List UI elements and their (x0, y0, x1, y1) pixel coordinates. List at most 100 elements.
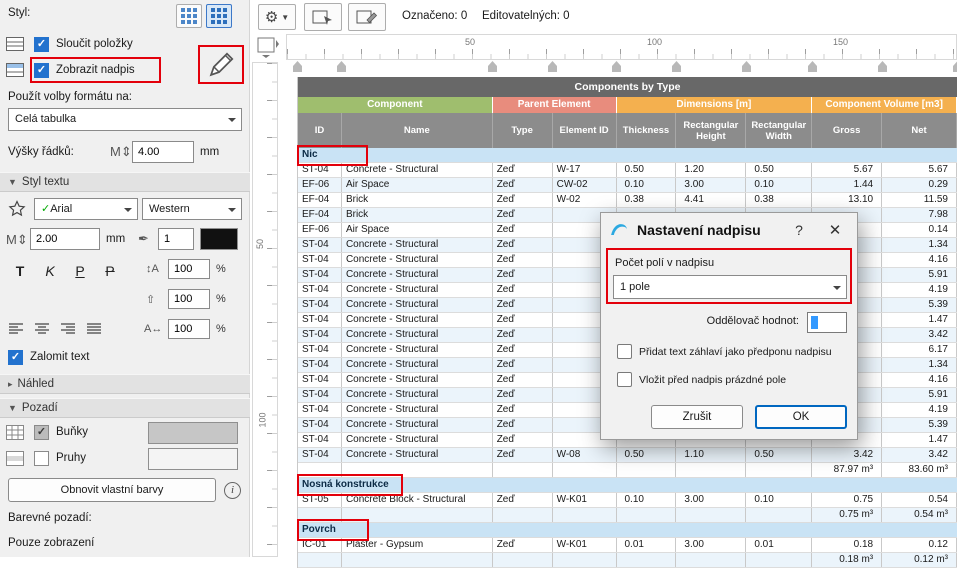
schedule-settings-button[interactable]: ⚙▼ (258, 4, 296, 30)
cell[interactable]: Concrete - Structural (342, 328, 493, 342)
cell[interactable]: ST-04 (298, 418, 342, 432)
format-scope-dropdown[interactable]: Celá tabulka (8, 108, 242, 131)
cell[interactable]: W-K01 (553, 493, 617, 507)
cell[interactable]: Air Space (342, 178, 493, 192)
cell[interactable]: ST-04 (298, 373, 342, 387)
field-count-dropdown[interactable]: 1 pole (613, 275, 847, 299)
cell[interactable]: Zeď (493, 448, 553, 462)
column-header[interactable]: Name (342, 113, 493, 148)
cell[interactable]: 3.00 (676, 493, 746, 507)
cell[interactable]: 4.19 (882, 403, 957, 417)
cell[interactable]: ST-04 (298, 328, 342, 342)
cell[interactable]: Concrete - Structural (342, 163, 493, 177)
column-marker[interactable] (548, 61, 557, 72)
cell[interactable]: Zeď (493, 313, 553, 327)
font-script-dropdown[interactable]: Western (142, 198, 242, 220)
cell[interactable]: Concrete - Structural (342, 343, 493, 357)
table-row[interactable]: ST-04Concrete - StructuralZeďW-17 0.501.2… (298, 163, 957, 178)
cell[interactable]: 3.00 (676, 538, 746, 552)
table-row[interactable]: EF-06Air SpaceZeďCW-020.103.000.101.440.… (298, 178, 957, 193)
cell[interactable]: 3.42 (882, 448, 957, 462)
cell[interactable]: 7.98 (882, 208, 957, 222)
cell[interactable]: 1.20 (676, 163, 746, 177)
column-marker[interactable] (488, 61, 497, 72)
cell[interactable]: EF-04 (298, 208, 342, 222)
horizontal-ruler[interactable]: 50 100 150 (286, 34, 957, 60)
cell[interactable]: 1.44 (812, 178, 882, 192)
column-marker[interactable] (672, 61, 681, 72)
column-marker[interactable] (742, 61, 751, 72)
cell[interactable]: Zeď (493, 163, 553, 177)
char-spacing-input[interactable] (168, 319, 210, 339)
cell[interactable]: ST-04 (298, 163, 342, 177)
cell[interactable]: Concrete - Structural (342, 298, 493, 312)
cell[interactable]: 0.50 (746, 448, 812, 462)
cell[interactable]: EF-04 (298, 193, 342, 207)
cell[interactable]: ST-04 (298, 238, 342, 252)
table-row[interactable]: EF-04BrickZeďW-020.384.410.3813.1011.59 (298, 193, 957, 208)
cell[interactable]: 0.10 (746, 178, 812, 192)
cell[interactable]: Zeď (493, 328, 553, 342)
cell[interactable]: W-02 (553, 193, 617, 207)
cell[interactable]: EF-06 (298, 178, 342, 192)
cell[interactable]: 1.47 (882, 313, 957, 327)
cell[interactable]: Zeď (493, 418, 553, 432)
cell[interactable]: 4.41 (676, 193, 746, 207)
cell[interactable]: 0.75 (812, 493, 882, 507)
line-spacing-input[interactable] (168, 259, 210, 279)
edit-heading-pencil-icon[interactable] (206, 50, 236, 80)
cell[interactable]: Concrete - Structural (342, 418, 493, 432)
cell[interactable]: Zeď (493, 373, 553, 387)
info-icon[interactable]: i (224, 482, 241, 499)
column-group-header[interactable]: Component Volume [m3] (812, 97, 957, 113)
cell[interactable]: Zeď (493, 238, 553, 252)
paragraph-spacing-input[interactable] (168, 289, 210, 309)
cell[interactable]: 0.38 (746, 193, 812, 207)
cell[interactable]: Zeď (493, 223, 553, 237)
cell[interactable]: Concrete - Structural (342, 433, 493, 447)
cell[interactable]: 5.91 (882, 268, 957, 282)
grid-view-icon[interactable] (176, 4, 202, 28)
bold-button[interactable]: T (8, 260, 32, 282)
cell[interactable]: ST-04 (298, 253, 342, 267)
cancel-button[interactable]: Zrušit (651, 405, 743, 429)
cell[interactable]: Zeď (493, 343, 553, 357)
cell[interactable]: Air Space (342, 223, 493, 237)
cell[interactable]: EF-06 (298, 223, 342, 237)
empty-field-checkbox[interactable] (617, 372, 632, 387)
cell[interactable]: Concrete - Structural (342, 373, 493, 387)
cell[interactable]: ST-04 (298, 433, 342, 447)
preview-section-header[interactable]: ▸Náhled (0, 374, 250, 394)
cell[interactable]: Concrete - Structural (342, 448, 493, 462)
highlight-selection-button[interactable] (348, 3, 386, 31)
table-row[interactable]: ST-04Concrete - StructuralZeďW-080.501.1… (298, 448, 957, 463)
font-family-dropdown[interactable]: ✓Arial (34, 198, 138, 220)
cell[interactable]: 0.10 (746, 493, 812, 507)
cell[interactable]: 4.16 (882, 253, 957, 267)
wrap-text-checkbox[interactable] (8, 350, 23, 365)
cell[interactable]: Concrete - Structural (342, 403, 493, 417)
cell[interactable]: W-08 (553, 448, 617, 462)
cell[interactable]: 1.34 (882, 238, 957, 252)
cell[interactable]: W-17 (553, 163, 617, 177)
stripes-color-swatch[interactable] (148, 448, 238, 470)
cell[interactable]: Zeď (493, 388, 553, 402)
merge-items-checkbox[interactable] (34, 37, 49, 52)
cell[interactable]: 3.42 (812, 448, 882, 462)
cell[interactable]: Plaster - Gypsum (342, 538, 493, 552)
cell[interactable]: 0.12 (882, 538, 957, 552)
cell[interactable]: IC-01 (298, 538, 342, 552)
cell[interactable]: ST-04 (298, 313, 342, 327)
cell[interactable]: ST-04 (298, 298, 342, 312)
cell[interactable]: 0.01 (746, 538, 812, 552)
cell[interactable]: ST-04 (298, 343, 342, 357)
cell[interactable]: Brick (342, 208, 493, 222)
table-row[interactable]: ST-05Concrete Block - StructuralZeďW-K01… (298, 493, 957, 508)
cell[interactable]: 0.38 (617, 193, 677, 207)
group-row[interactable]: Nosná konstrukce (298, 478, 957, 493)
underline-button[interactable]: P (68, 260, 92, 282)
background-section-header[interactable]: ▼Pozadí (0, 398, 250, 418)
cell[interactable]: ST-05 (298, 493, 342, 507)
cell[interactable]: 0.50 (746, 163, 812, 177)
cell[interactable]: ST-04 (298, 268, 342, 282)
